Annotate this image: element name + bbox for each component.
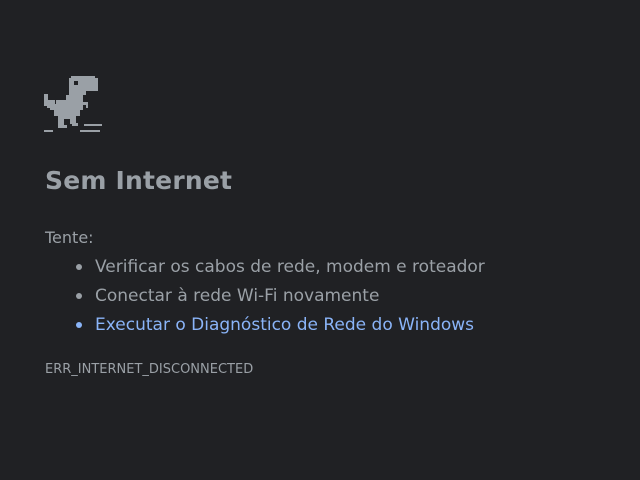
bullet-icon <box>76 293 82 299</box>
error-code: ERR_INTERNET_DISCONNECTED <box>45 362 254 377</box>
bullet-icon <box>76 322 82 328</box>
suggestion-reconnect-wifi: Conectar à rede Wi-Fi novamente <box>95 286 380 306</box>
list-item: Verificar os cabos de rede, modem e rote… <box>76 256 485 285</box>
try-label: Tente: <box>45 228 94 247</box>
page-title: Sem Internet <box>45 166 233 195</box>
offline-error-page: Sem Internet Tente: Verificar os cabos d… <box>0 0 640 480</box>
suggestion-list: Verificar os cabos de rede, modem e rote… <box>76 256 485 343</box>
offline-dino-icon <box>44 76 102 132</box>
suggestion-check-cables: Verificar os cabos de rede, modem e rote… <box>95 257 485 277</box>
network-diagnostics-link[interactable]: Executar o Diagnóstico de Rede do Window… <box>95 315 474 335</box>
list-item: Conectar à rede Wi-Fi novamente <box>76 285 485 314</box>
list-item: Executar o Diagnóstico de Rede do Window… <box>76 314 485 343</box>
bullet-icon <box>76 264 82 270</box>
